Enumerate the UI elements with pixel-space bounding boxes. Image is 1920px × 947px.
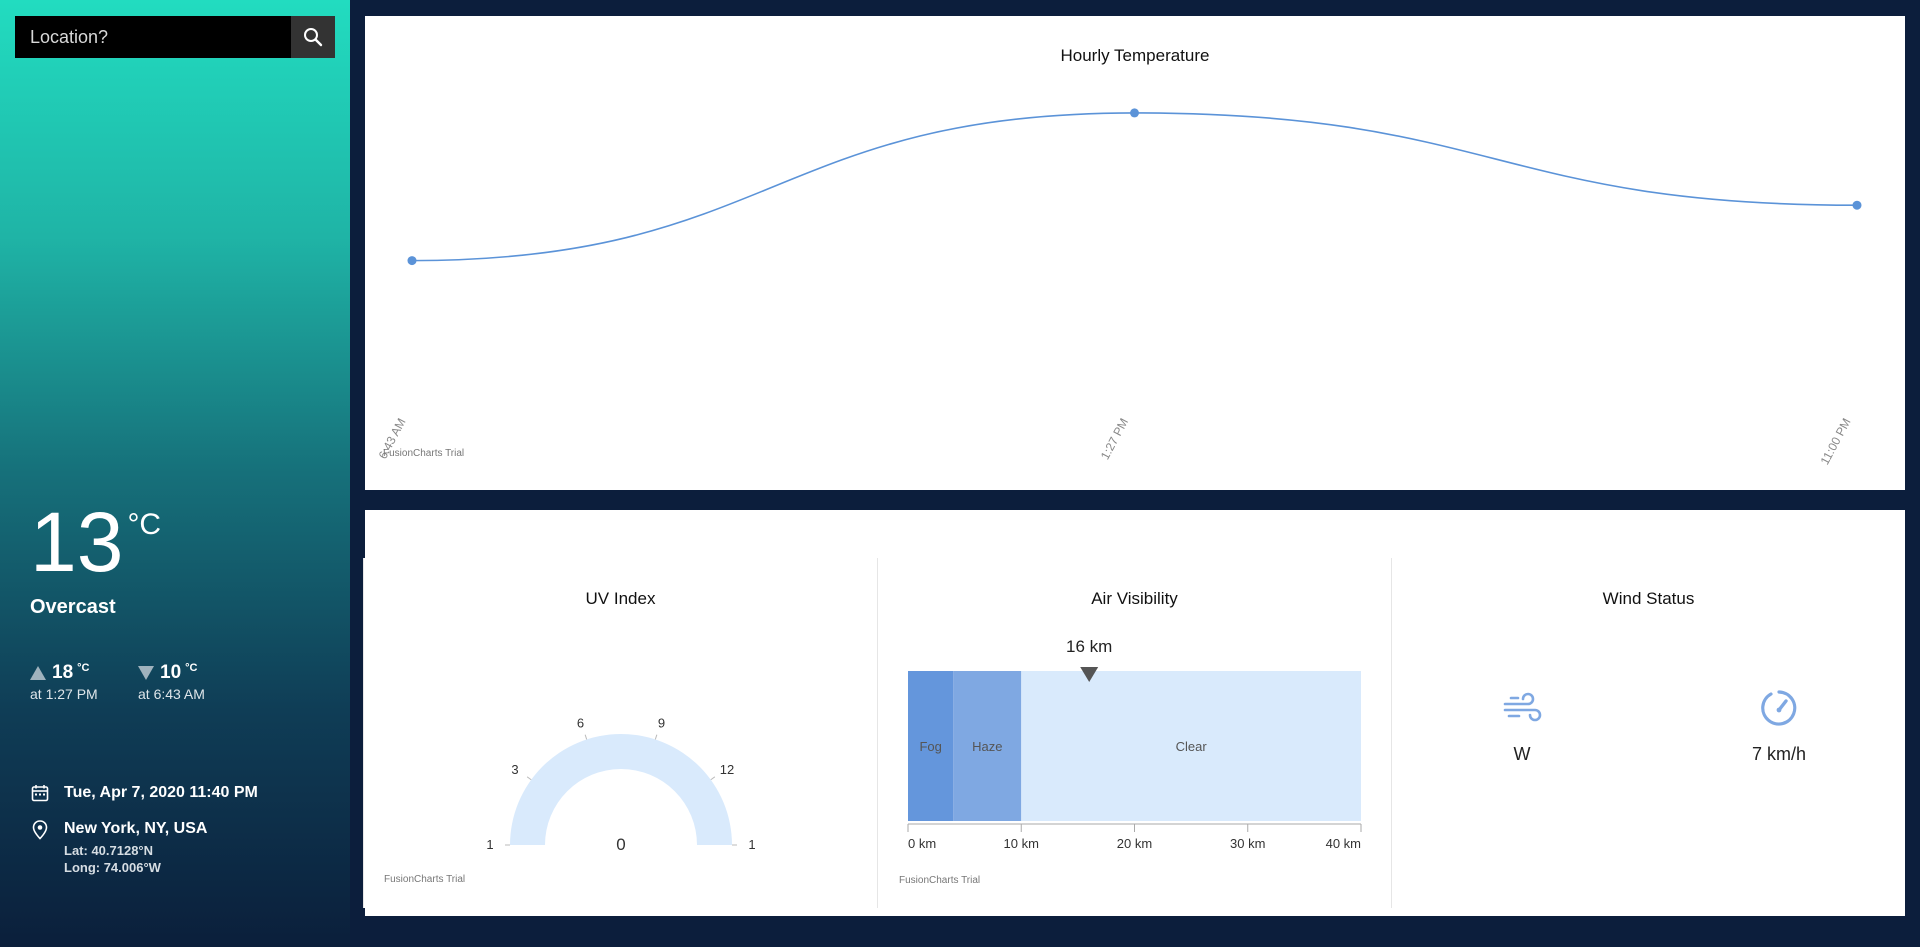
datetime-row: Tue, Apr 7, 2020 11:40 PM (30, 784, 258, 802)
arrow-up-icon (30, 666, 46, 680)
weather-condition: Overcast (30, 596, 116, 618)
wind-status-title: Wind Status (1602, 589, 1695, 608)
uv-gauge-arc (510, 734, 732, 845)
location-longitude: Long: 74.006°W (64, 860, 161, 875)
search-bar (15, 16, 335, 58)
wind-direction: W (1513, 744, 1531, 764)
chart-trial-watermark: FusionCharts Trial (383, 448, 465, 459)
temperature-point[interactable] (1852, 200, 1862, 210)
max-temperature-unit: °C (77, 662, 90, 674)
uv-tick-label: 6 (577, 715, 584, 730)
uv-tick-label: 12 (720, 762, 734, 777)
temperature-line (411, 112, 1858, 262)
air-visibility-panel: Air Visibility Fog Haze Clear 0 km 10 km 20 k… (877, 558, 1391, 908)
uv-tick-label: 9 (658, 715, 665, 730)
wind-icon (1503, 692, 1542, 722)
visibility-tick-label: 10 km (1004, 836, 1039, 851)
location-name: New York, NY, USA (64, 820, 208, 837)
max-temperature-value: 18 (52, 662, 74, 683)
air-visibility-chart: Fog Haze Clear 0 km 10 km 20 km 30 km 40 km 16 k… (907, 637, 1362, 851)
min-temperature-unit: °C (185, 662, 198, 674)
search-button[interactable] (291, 16, 335, 58)
uv-tick (710, 776, 716, 781)
min-temperature-value: 10 (160, 662, 182, 683)
uv-value: 0 (616, 835, 625, 854)
visibility-band-label: Haze (972, 739, 1002, 754)
temperature-point[interactable] (1130, 108, 1139, 118)
uv-index-gauge: 1 3 6 9 12 1 0 (486, 715, 755, 854)
calendar-icon (31, 785, 49, 802)
visibility-tick-label: 40 km (1326, 836, 1361, 851)
uv-index-panel: UV Index 1 3 6 9 12 1 0 FusionCharts Trial (363, 558, 877, 908)
arrow-down-icon (138, 666, 154, 680)
min-temperature: 10 °C at 6:43 AM (138, 662, 205, 702)
visibility-tick-label: 0 km (908, 836, 936, 851)
wind-speed: 7 km/h (1751, 744, 1807, 764)
current-temperature-block: 13 °C Overcast (30, 500, 161, 619)
visibility-band-label: Fog (919, 739, 941, 754)
location-row: New York, NY, USA Lat: 40.7128°N Long: 7… (30, 820, 207, 876)
min-temperature-time: at 6:43 AM (138, 686, 205, 702)
current-temperature: 13 (30, 495, 124, 589)
uv-tick-label: 3 (511, 762, 518, 777)
max-temperature-time: at 1:27 PM (30, 686, 98, 702)
location-search-input[interactable] (15, 16, 291, 58)
uv-trial-watermark: FusionCharts Trial (384, 874, 466, 885)
temperature-unit: °C (127, 508, 162, 541)
uv-tick (526, 776, 532, 781)
location-latitude: Lat: 40.7128°N (64, 843, 154, 858)
current-datetime: Tue, Apr 7, 2020 11:40 PM (64, 784, 258, 801)
x-tick-label: 11:00 PM (1818, 416, 1854, 467)
uv-tick (654, 734, 658, 740)
speedometer-icon (1761, 690, 1797, 726)
visibility-tick-label: 20 km (1117, 836, 1152, 851)
visibility-band-label: Clear (1176, 739, 1208, 754)
uv-tick (584, 734, 588, 740)
hourly-temperature-card: Hourly Temperature 6:43 AM 1:27 PM 11:00 P… (365, 16, 1905, 490)
max-temperature: 18 °C at 1:27 PM (30, 662, 98, 702)
visibility-trial-watermark: FusionCharts Trial (899, 875, 981, 886)
visibility-tick-label: 30 km (1230, 836, 1265, 851)
sidebar: 13 °C Overcast 18 °C at 1:27 PM 10 °C at… (0, 0, 350, 947)
x-tick-label: 1:27 PM (1098, 416, 1131, 462)
uv-tick-label: 1 (486, 837, 493, 852)
uv-tick-label: 1 (748, 837, 755, 852)
visibility-value: 16 km (1066, 637, 1112, 656)
search-icon (304, 28, 323, 47)
location-pin-icon (32, 820, 48, 840)
hourly-temperature-chart: 6:43 AM 1:27 PM 11:00 PM (376, 108, 1862, 467)
temperature-point[interactable] (407, 256, 417, 266)
wind-status-panel: Wind Status W 7 km/h (1391, 558, 1905, 908)
